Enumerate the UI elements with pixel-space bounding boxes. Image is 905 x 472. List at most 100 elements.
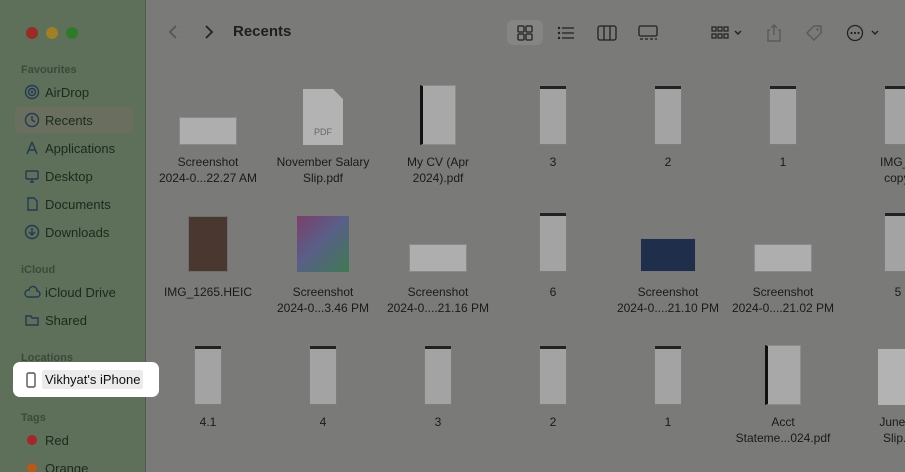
file-thumbnail (640, 238, 696, 272)
group-by-button[interactable] (706, 20, 748, 45)
applications-icon (21, 140, 43, 156)
sidebar-item-tag-red[interactable]: Red (15, 427, 133, 453)
shared-folder-icon (21, 312, 43, 328)
file-thumbnail (769, 85, 797, 145)
file-name: 4 (319, 415, 327, 429)
file-name: Screenshot 2024-0...3.46 PM (276, 285, 370, 315)
file-name: IMG_1265.HEIC (163, 285, 253, 299)
file-name: IMG_1copy. (879, 155, 905, 185)
sidebar-item-label: AirDrop (45, 84, 90, 100)
list-view-button[interactable] (553, 20, 579, 45)
sidebar-item-label: Shared (45, 312, 87, 328)
file-thumbnail (754, 244, 812, 272)
sidebar-item-label: iCloud Drive (45, 284, 116, 300)
tag-orange-dot (27, 463, 37, 472)
sidebar: Favourites AirDrop Recents Applications … (0, 0, 146, 472)
sidebar-item-label: Applications (45, 140, 116, 156)
file-name: 2 (549, 415, 557, 429)
sidebar-item-label: Desktop (45, 168, 93, 184)
file-name: 6 (549, 285, 557, 299)
back-button[interactable] (164, 22, 182, 42)
sidebar-item-applications[interactable]: Applications (15, 135, 133, 161)
file-name: June SSlip.p (879, 415, 905, 445)
file-name: Screenshot 2024-0...22.27 AM (158, 155, 258, 185)
file-thumbnail (654, 85, 682, 145)
file-thumbnail (409, 244, 467, 272)
file-name: 1 (779, 155, 787, 169)
sidebar-item-label: Downloads (45, 224, 110, 240)
file-thumbnail (765, 345, 801, 405)
tag-icon (806, 24, 822, 41)
file-thumbnail (539, 85, 567, 145)
gallery-view-button[interactable] (634, 20, 662, 45)
file-name: Screenshot 2024-0....21.02 PM (731, 285, 835, 315)
sidebar-item-label: Orange (45, 460, 89, 472)
column-view-button[interactable] (594, 20, 620, 45)
zoom-window-button[interactable] (66, 27, 78, 39)
sidebar-item-label: Documents (45, 196, 111, 212)
download-icon (21, 224, 43, 240)
file-name: 1 (664, 415, 672, 429)
sidebar-item-recents[interactable]: Recents (15, 107, 133, 133)
sidebar-item-airdrop[interactable]: AirDrop (15, 79, 133, 105)
back-chevron-icon (168, 25, 177, 39)
file-name: My CV (Apr 2024).pdf (406, 155, 469, 185)
close-window-button[interactable] (26, 27, 38, 39)
file-thumbnail (179, 117, 237, 145)
file-name: 4.1 (199, 415, 217, 429)
document-icon (21, 196, 43, 212)
sidebar-item-downloads[interactable]: Downloads (15, 219, 133, 245)
grid-icon (517, 24, 533, 41)
sidebar-item-shared[interactable]: Shared (15, 307, 133, 333)
clock-icon (21, 112, 43, 128)
section-tags: Tags (21, 412, 46, 424)
sidebar-item-desktop[interactable]: Desktop (15, 163, 133, 189)
file-thumbnail (654, 345, 682, 405)
file-thumbnail (884, 212, 905, 272)
file-name: Screenshot 2024-0....21.16 PM (386, 285, 490, 315)
file-name: 3 (549, 155, 557, 169)
file-thumbnail (884, 85, 905, 145)
file-name: Screenshot 2024-0....21.10 PM (616, 285, 720, 315)
group-icon (711, 25, 742, 39)
gallery-icon (638, 24, 658, 40)
desktop-icon (21, 168, 43, 184)
airdrop-icon (21, 84, 43, 100)
iphone-icon (26, 371, 36, 388)
sidebar-item-icloud-drive[interactable]: iCloud Drive (15, 279, 133, 305)
file-name: 3 (434, 415, 442, 429)
file-thumbnail (188, 216, 228, 272)
file-thumbnail (194, 345, 222, 405)
tag-button[interactable] (802, 20, 826, 45)
sidebar-item-label: Red (45, 432, 69, 448)
file-thumbnail (539, 345, 567, 405)
forward-chevron-icon (205, 25, 214, 39)
icon-view-button[interactable] (507, 20, 543, 45)
file-thumbnail (424, 345, 452, 405)
cloud-icon (21, 285, 43, 299)
file-thumbnail: PDF (303, 89, 343, 145)
share-icon (767, 23, 781, 42)
file-name: 5 (894, 285, 902, 299)
file-name: Acct Stateme...024.pdf (735, 415, 831, 445)
sidebar-item-documents[interactable]: Documents (15, 191, 133, 217)
file-thumbnail (539, 212, 567, 272)
more-actions-button[interactable] (843, 20, 885, 45)
pdf-badge: PDF (314, 127, 332, 137)
list-icon (557, 26, 574, 39)
minimize-window-button[interactable] (46, 27, 58, 39)
share-button[interactable] (763, 20, 785, 45)
sidebar-item-label: Recents (45, 112, 93, 128)
sidebar-item-iphone[interactable]: Vikhyat's iPhone (13, 362, 159, 397)
sidebar-item-label: Vikhyat's iPhone (42, 370, 144, 389)
file-thumbnail (420, 85, 456, 145)
file-thumbnail (878, 349, 905, 405)
file-thumbnail (297, 216, 349, 272)
tag-red-dot (27, 435, 37, 445)
more-icon (846, 24, 879, 41)
sidebar-item-tag-orange[interactable]: Orange (15, 455, 133, 472)
columns-icon (597, 24, 617, 41)
file-thumbnail (309, 345, 337, 405)
file-name: November Salary Slip.pdf (276, 155, 370, 185)
forward-button[interactable] (200, 22, 218, 42)
